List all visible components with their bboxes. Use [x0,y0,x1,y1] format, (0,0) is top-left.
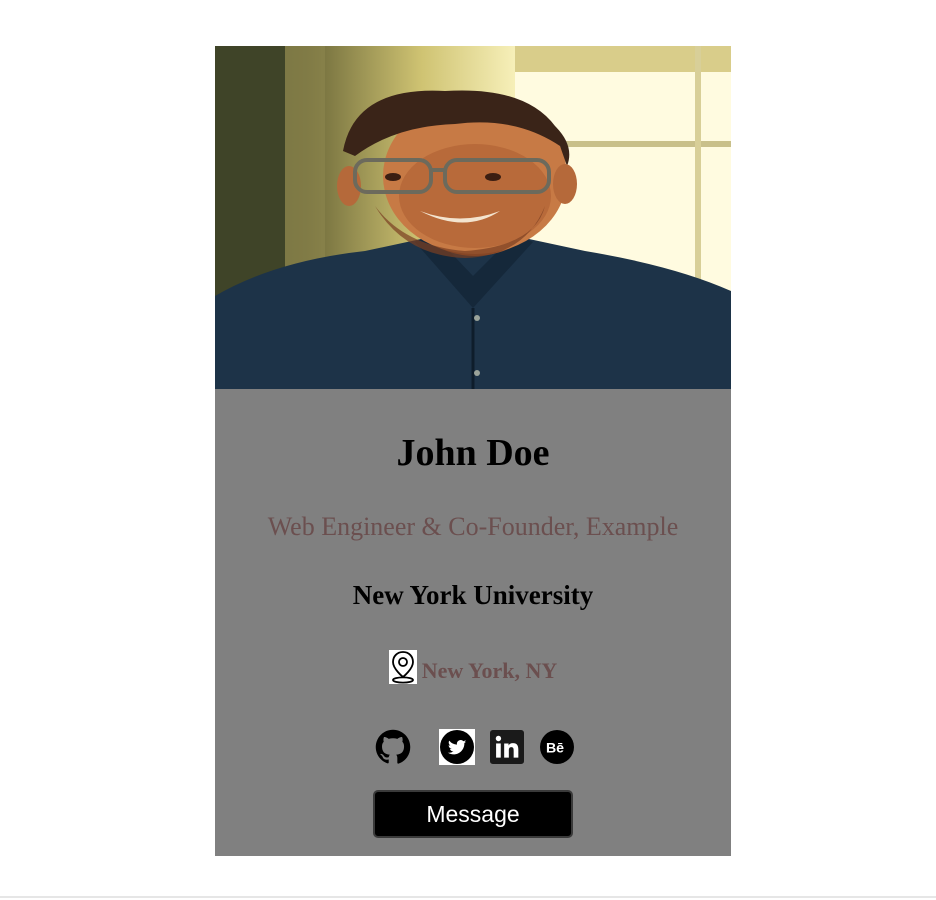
profile-title: Web Engineer & Co-Founder, Example [267,512,679,541]
profile-photo [215,46,731,389]
profile-card: John Doe Web Engineer & Co-Founder, Exam… [215,46,731,856]
message-button[interactable]: Message [373,790,573,838]
behance-icon: Bē [540,730,574,764]
linkedin-icon [490,730,524,764]
social-links: Bē [215,729,731,765]
github-link[interactable] [375,729,411,765]
linkedin-link[interactable] [489,729,525,765]
profile-location: New York, NY [215,650,731,684]
twitter-icon [440,730,474,764]
behance-link[interactable]: Bē [539,729,575,765]
twitter-link[interactable] [439,729,475,765]
profile-name: John Doe [396,432,550,474]
svg-text:Bē: Bē [546,741,564,757]
location-label: New York, NY [421,658,558,683]
profile-school: New York University [352,580,594,610]
page-divider [0,896,936,898]
location-pin-icon [388,650,417,684]
github-icon [375,729,411,764]
